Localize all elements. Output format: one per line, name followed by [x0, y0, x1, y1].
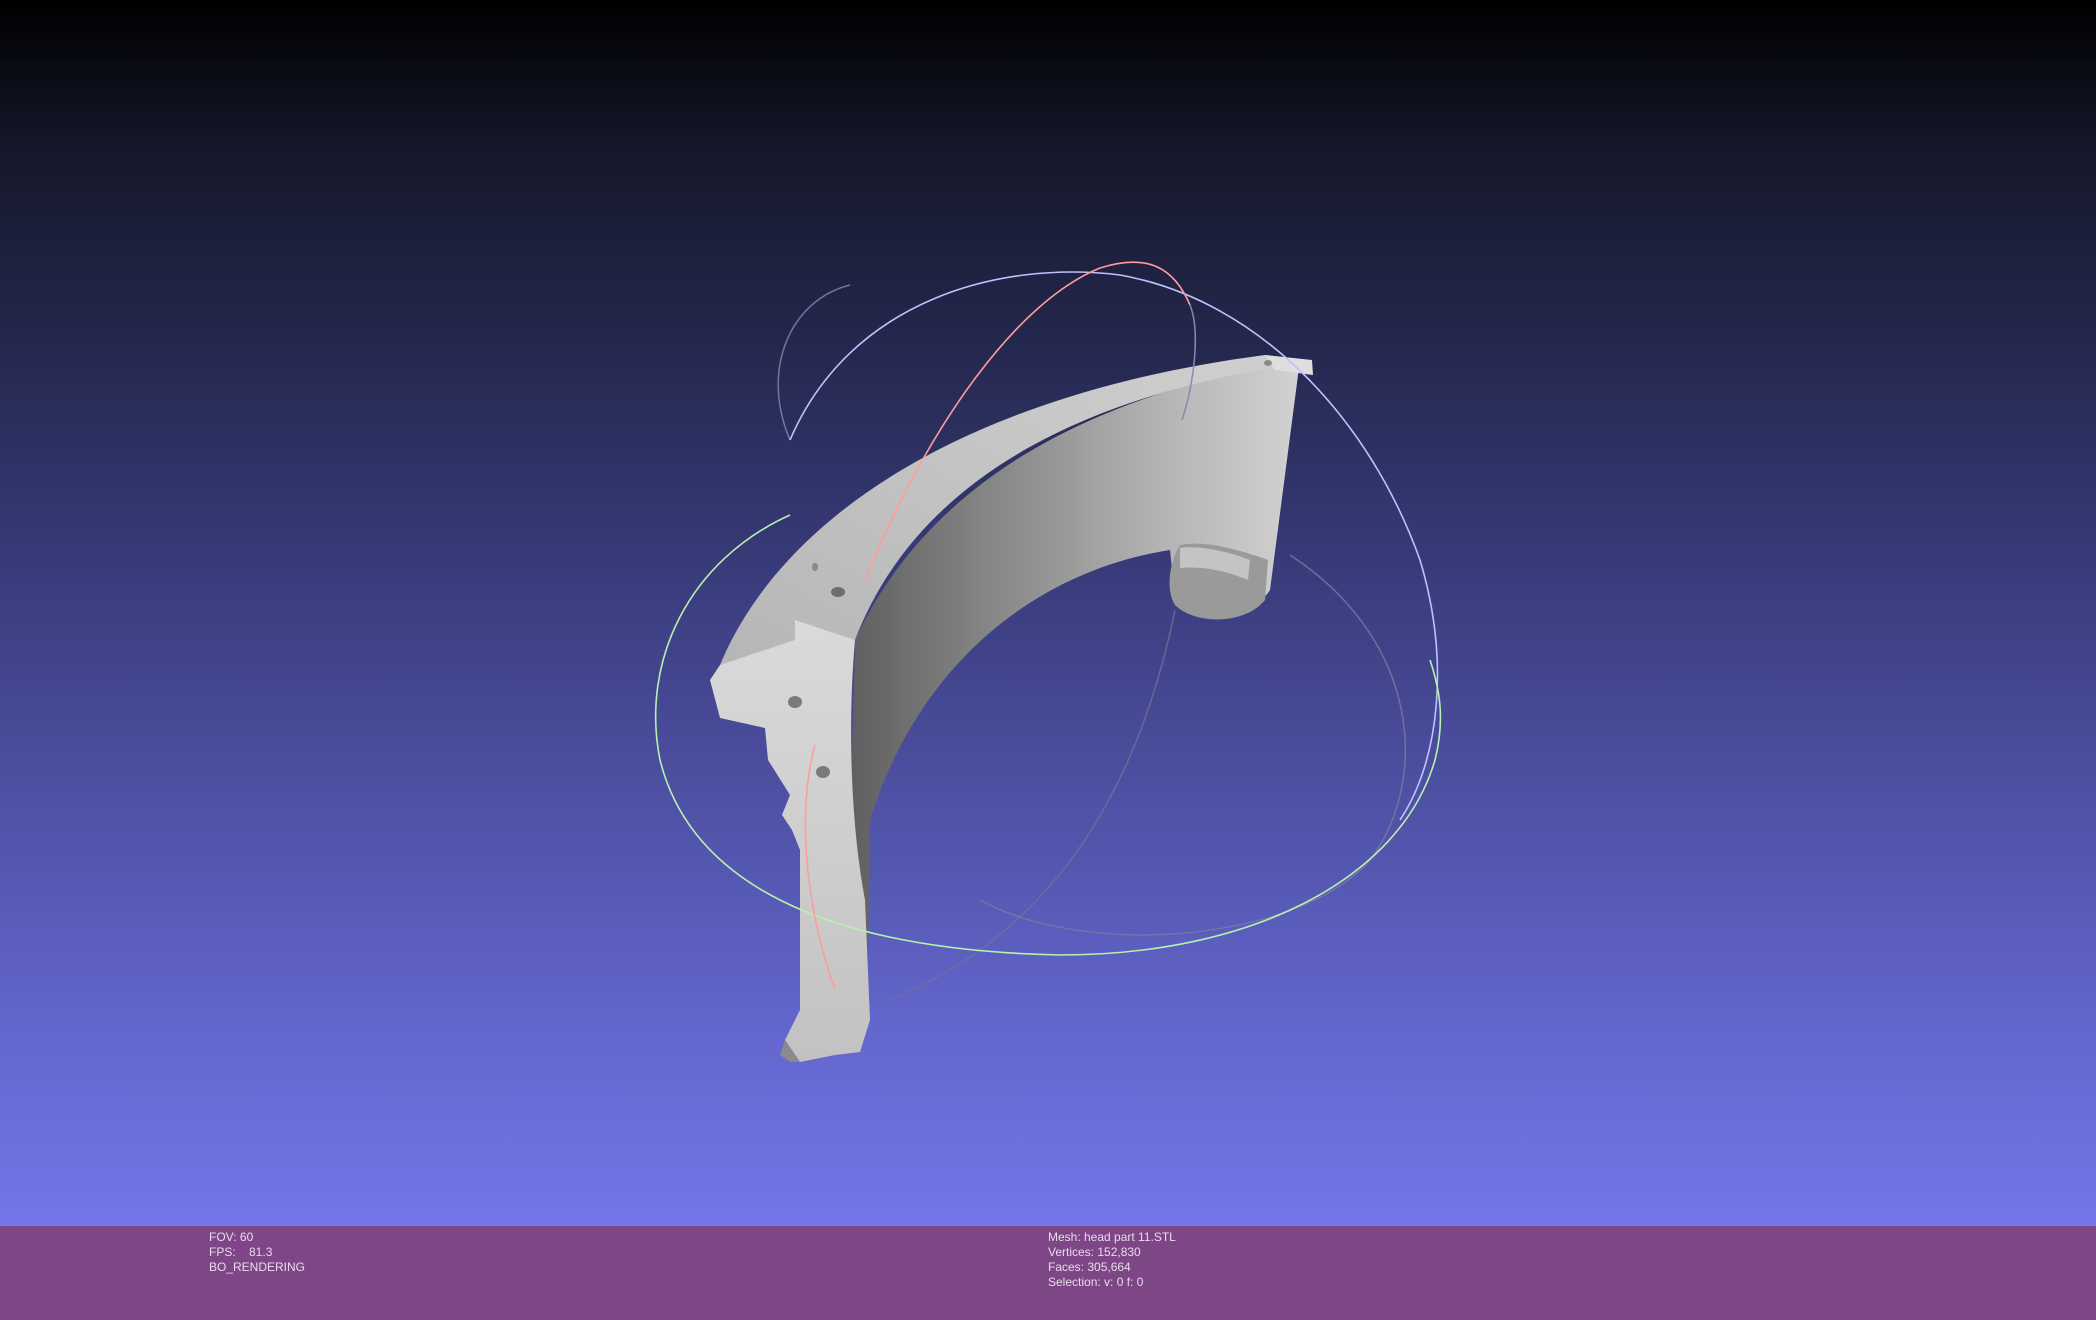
trackball-ring-gray — [777, 284, 851, 441]
render-info: FOV: 60 FPS: 81.3 BO_RENDERING — [209, 1230, 305, 1275]
render-mode-readout: BO_RENDERING — [209, 1260, 306, 1274]
3d-viewport[interactable] — [0, 0, 2096, 1226]
faces-readout: Faces: 305,664 — [1048, 1260, 1131, 1274]
meshlab-viewer: FOV: 60 FPS: 81.3 BO_RENDERING Mesh: hea… — [0, 0, 2096, 1320]
mesh-hole — [1264, 360, 1272, 366]
mesh-name-readout: Mesh: head part 11.STL — [1048, 1230, 1176, 1244]
mesh-hole — [812, 563, 818, 571]
mesh-info: Mesh: head part 11.STL Vertices: 152,830… — [1048, 1230, 1176, 1290]
status-bar: FOV: 60 FPS: 81.3 BO_RENDERING Mesh: hea… — [0, 1226, 2096, 1320]
mesh-model[interactable] — [710, 355, 1313, 1062]
3d-scene[interactable] — [0, 0, 2096, 1226]
fov-readout: FOV: 60 — [209, 1230, 254, 1244]
fps-readout: FPS: 81.3 — [209, 1245, 273, 1259]
mesh-hole — [788, 696, 802, 708]
selection-readout: Selection: v: 0 f: 0 — [1048, 1275, 1144, 1289]
mesh-hole — [831, 587, 845, 597]
vertices-readout: Vertices: 152,830 — [1048, 1245, 1141, 1259]
mesh-hole — [816, 766, 830, 778]
